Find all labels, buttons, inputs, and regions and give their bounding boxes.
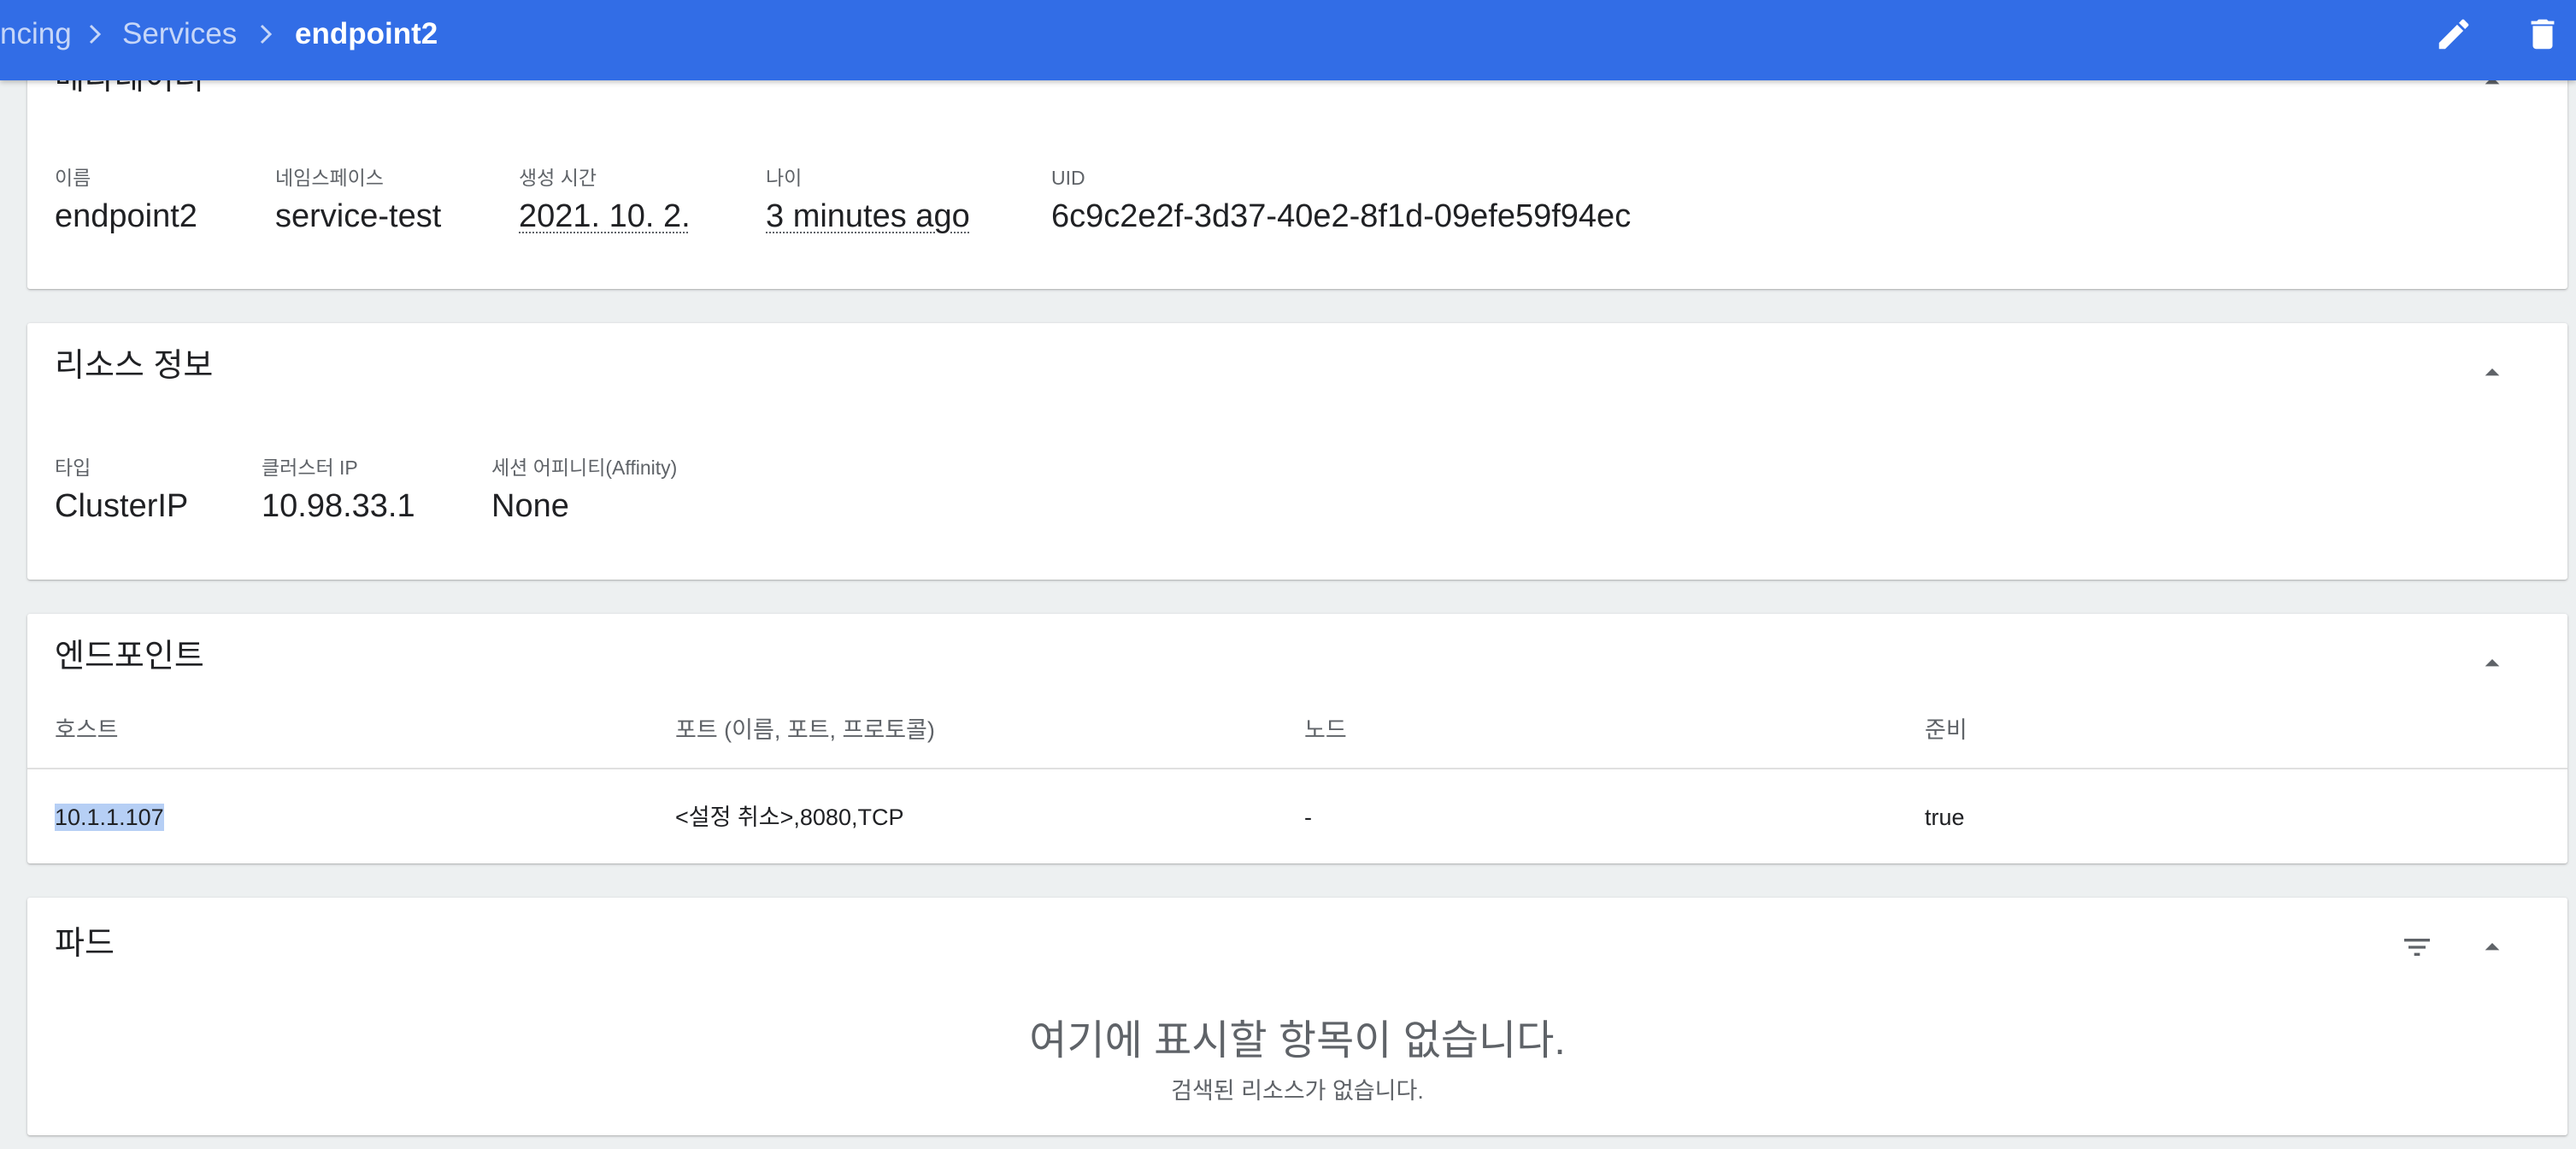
table-divider — [27, 768, 2567, 769]
breadcrumb-item-services[interactable]: Services — [122, 17, 237, 51]
empty-state-subtitle: 검색된 리소스가 없습니다. — [1171, 1078, 1424, 1104]
field-value-name: endpoint2 — [55, 198, 197, 234]
field-value-session-affinity: None — [491, 488, 569, 524]
table-cell-ports: <설정 취소>,8080,TCP — [675, 804, 904, 830]
field-label-cluster-ip: 클러스터 IP — [262, 457, 358, 479]
field-value-age[interactable]: 3 minutes ago — [766, 197, 970, 236]
column-header-ports: 포트 (이름, 포트, 프로토콜) — [675, 717, 935, 743]
field-value-created[interactable]: 2021. 10. 2. — [519, 197, 691, 236]
field-value-type: ClusterIP — [55, 488, 189, 524]
top-bar: ncing Services endpoint2 — [0, 0, 2576, 80]
field-label-age: 나이 — [766, 167, 803, 189]
field-value-uid: 6c9c2e2f-3d37-40e2-8f1d-09efe59f94ec — [1051, 198, 1632, 234]
table-cell-host: 10.1.1.107 — [55, 804, 164, 831]
field-label-type: 타입 — [55, 457, 91, 479]
empty-state-title: 여기에 표시할 항목이 없습니다. — [1029, 1018, 1566, 1064]
chevron-up-icon[interactable] — [2475, 930, 2509, 964]
endpoints-card: 엔드포인트 호스트 포트 (이름, 포트, 프로토콜) 노드 준비 10.1.1… — [27, 614, 2567, 863]
card-title-pods: 파드 — [55, 926, 115, 962]
table-cell-node: - — [1304, 804, 1312, 830]
resource-info-card: 리소스 정보 타입 ClusterIP 클러스터 IP 10.98.33.1 세… — [27, 323, 2567, 580]
table-cell-ready: true — [1925, 804, 1965, 830]
chevron-right-icon — [82, 19, 108, 50]
column-header-host: 호스트 — [55, 717, 119, 743]
breadcrumb-item-current: endpoint2 — [295, 17, 438, 50]
chevron-right-icon — [253, 19, 279, 50]
field-label-created: 생성 시간 — [519, 167, 597, 189]
field-label-session-affinity: 세션 어피니티(Affinity) — [491, 457, 678, 479]
column-header-ready: 준비 — [1925, 717, 1967, 743]
field-value-namespace[interactable]: service-test — [275, 197, 441, 236]
chevron-up-icon[interactable] — [2475, 646, 2509, 681]
field-label-uid: UID — [1051, 167, 1085, 189]
breadcrumb-item-parent[interactable]: ncing — [0, 17, 72, 51]
field-label-namespace: 네임스페이스 — [275, 167, 384, 189]
delete-icon[interactable] — [2523, 15, 2562, 54]
pods-card: 파드 여기에 표시할 항목이 없습니다. 검색된 리소스가 없습니다. — [27, 898, 2567, 1135]
filter-icon[interactable] — [2400, 930, 2434, 964]
field-value-cluster-ip: 10.98.33.1 — [262, 488, 415, 524]
edit-icon[interactable] — [2434, 15, 2473, 54]
card-title-resource-info: 리소스 정보 — [55, 348, 214, 384]
field-label-name: 이름 — [55, 167, 91, 189]
card-title-endpoints: 엔드포인트 — [55, 639, 204, 675]
column-header-node: 노드 — [1304, 717, 1347, 743]
chevron-up-icon[interactable] — [2475, 356, 2509, 390]
